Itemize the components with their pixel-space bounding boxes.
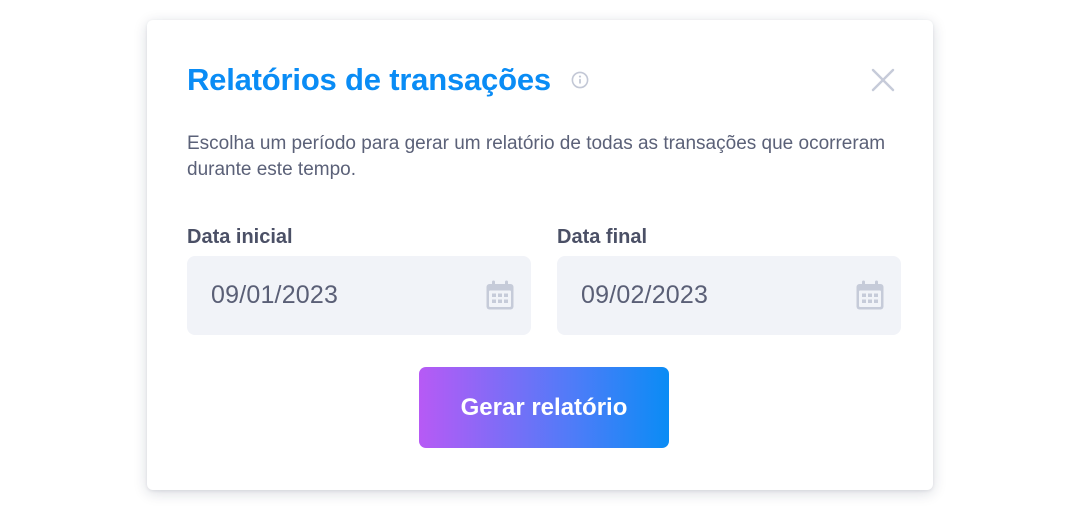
transaction-report-modal: Relatórios de transações Escolha um perí… [147, 20, 933, 490]
modal-title: Relatórios de transações [187, 62, 551, 97]
start-date-value: 09/01/2023 [211, 281, 339, 309]
end-date-input[interactable]: 09/02/2023 [557, 256, 901, 335]
end-date-field: Data final 09/02/2023 [557, 223, 901, 335]
start-date-input[interactable]: 09/01/2023 [187, 256, 531, 335]
close-button[interactable] [865, 62, 901, 98]
end-date-label: Data final [557, 226, 648, 248]
modal-description: Escolha um período para gerar um relatór… [187, 133, 886, 180]
start-date-label: Data inicial [187, 226, 293, 248]
close-icon [871, 68, 895, 92]
calendar-icon[interactable] [485, 280, 515, 311]
start-date-field: Data inicial 09/01/2023 [187, 223, 531, 335]
modal-header: Relatórios de transações [187, 58, 589, 102]
info-icon[interactable] [571, 71, 589, 89]
calendar-icon[interactable] [855, 280, 885, 311]
generate-report-button[interactable]: Gerar relatório [419, 367, 669, 448]
end-date-value: 09/02/2023 [581, 281, 709, 309]
